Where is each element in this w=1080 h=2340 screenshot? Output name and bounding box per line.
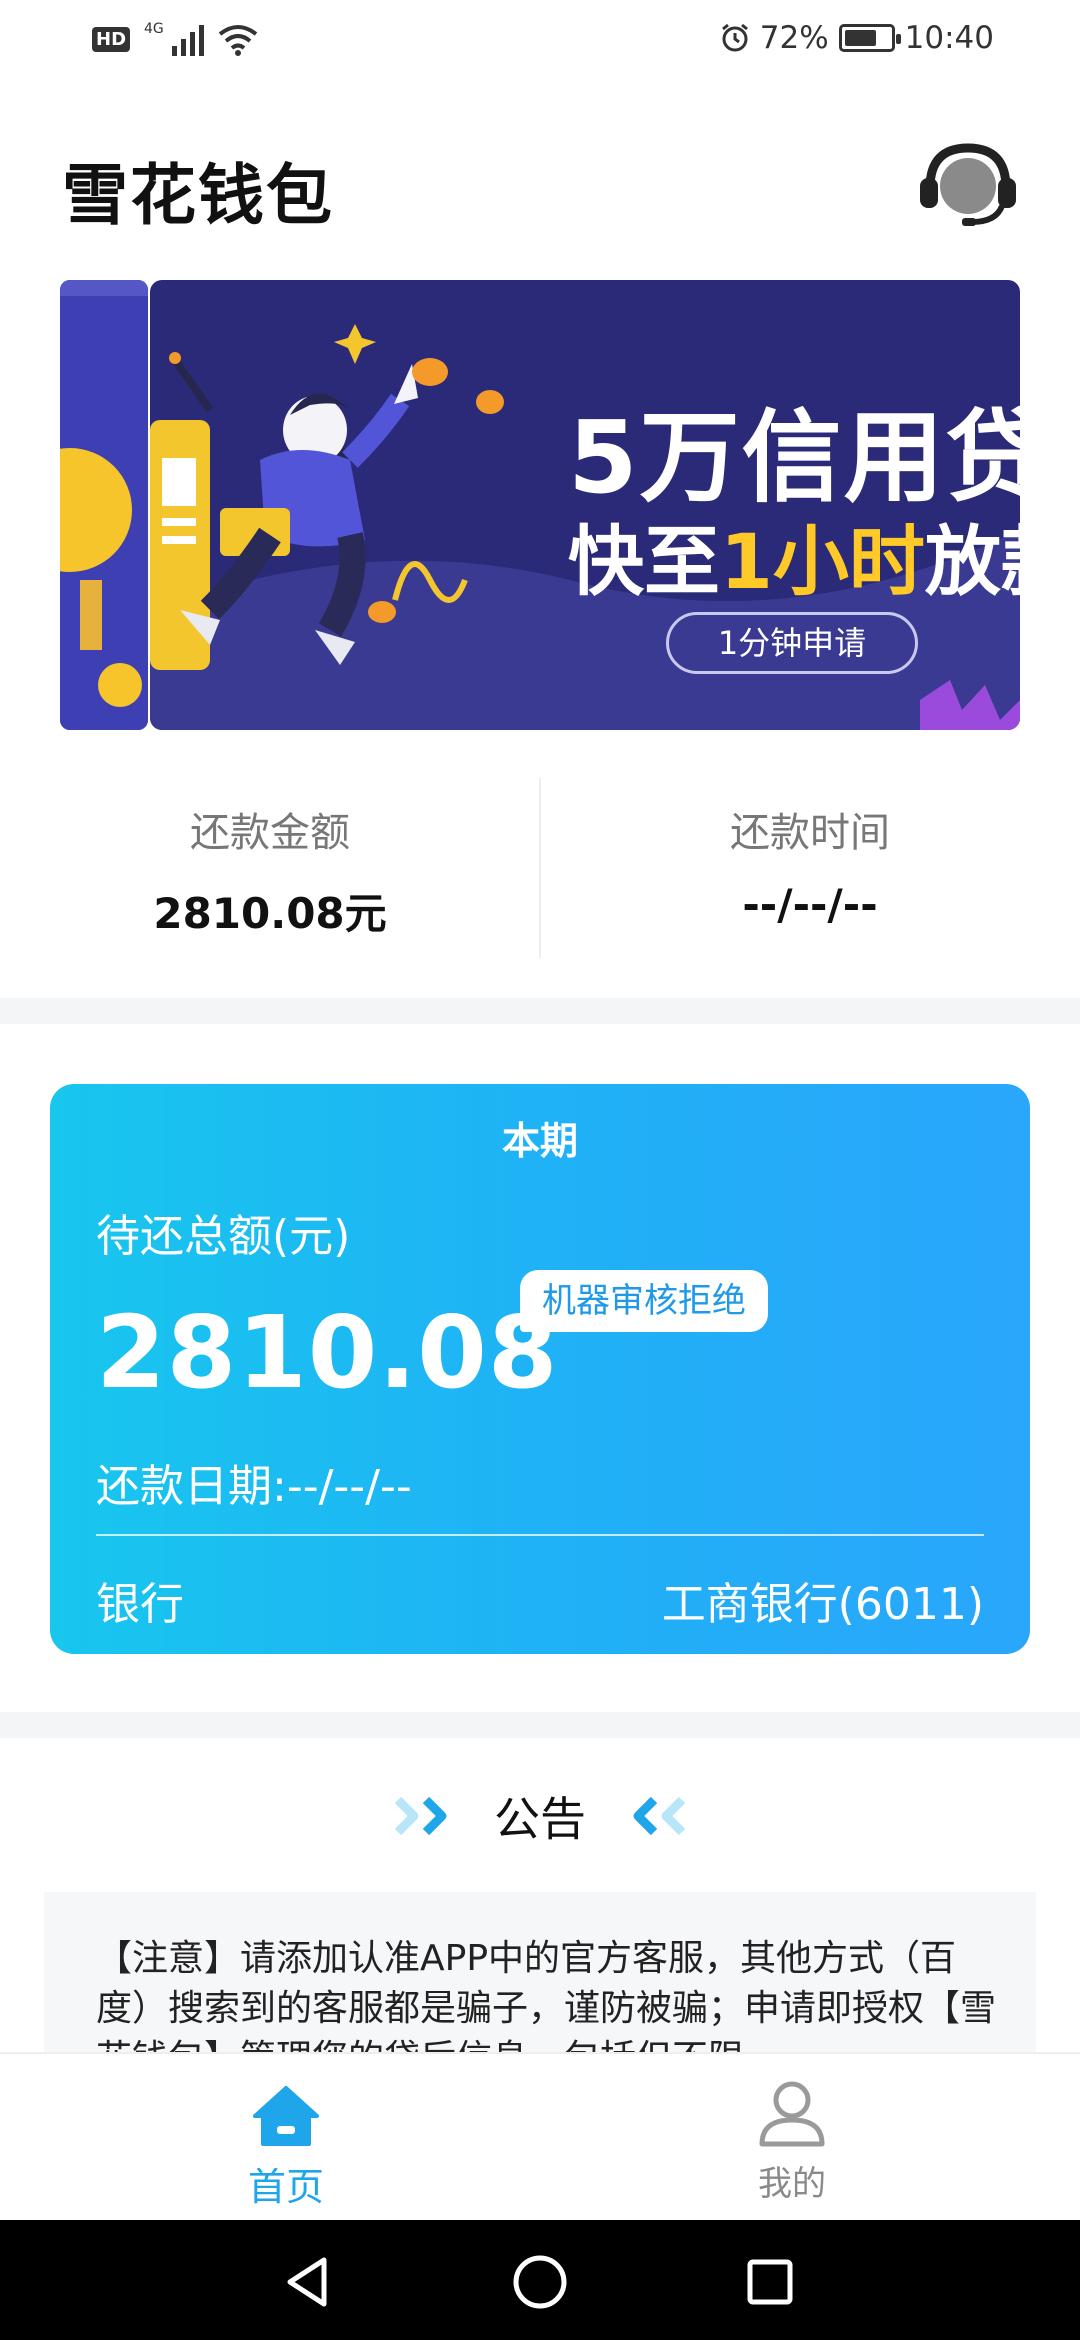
repay-time-value: --/--/-- bbox=[742, 880, 878, 929]
page-title: 雪花钱包 bbox=[62, 157, 334, 234]
tab-mine-label: 我的 bbox=[758, 2164, 826, 2204]
repay-time-block: 还款时间 --/--/-- bbox=[540, 770, 1080, 929]
repay-summary: 还款金额 2810.08元 还款时间 --/--/-- bbox=[0, 770, 1080, 958]
battery-percent: 72% bbox=[759, 20, 829, 56]
tab-home-label: 首页 bbox=[247, 2165, 324, 2209]
review-status-badge: 机器审核拒绝 bbox=[520, 1270, 768, 1332]
app-screen: HD 4G 72% 10:40 雪花钱包 5万信用贷 快至1小时放 1分钟申请 … bbox=[0, 0, 1080, 2340]
profile-icon bbox=[759, 2081, 825, 2147]
repay-date: 还款日期:--/--/-- bbox=[96, 1461, 412, 1512]
promo-banner[interactable]: 5万信用贷 快至1小时放款 1分钟申请 bbox=[150, 280, 1020, 730]
tab-mine[interactable]: 我的 bbox=[692, 2074, 892, 2205]
home-icon bbox=[253, 2086, 319, 2146]
hd-badge: HD bbox=[92, 26, 131, 52]
repay-amount-value: 2810.08元 bbox=[153, 889, 387, 938]
notice-header: 公告 bbox=[0, 1786, 1080, 1846]
home-circle-icon[interactable] bbox=[512, 2254, 568, 2310]
recents-icon[interactable] bbox=[746, 2258, 794, 2306]
bank-value: 工商银行(6011) bbox=[661, 1579, 984, 1630]
back-icon[interactable] bbox=[284, 2256, 332, 2308]
banner-subline: 快至1小时放款 bbox=[568, 500, 1020, 610]
status-left: HD 4G bbox=[92, 21, 258, 56]
banner-subline-prefix: 快至 bbox=[568, 517, 720, 606]
headset-icon[interactable] bbox=[916, 140, 1020, 230]
notice-box: 【注意】请添加认准APP中的官方客服，其他方式（百度）搜索到的客服都是骗子，谨防… bbox=[44, 1892, 1036, 2052]
bank-label: 银行 bbox=[96, 1579, 184, 1630]
status-bar: HD 4G 72% 10:40 bbox=[0, 0, 1080, 86]
banner-subline-highlight: 1小时 bbox=[720, 517, 925, 606]
notice-body: 【注意】请添加认准APP中的官方客服，其他方式（百度）搜索到的客服都是骗子，谨防… bbox=[96, 1938, 997, 2052]
apply-button[interactable]: 1分钟申请 bbox=[666, 612, 918, 674]
banner-subline-suffix: 放款 bbox=[924, 517, 1020, 606]
status-right: 72% 10:40 bbox=[720, 20, 994, 56]
tab-home[interactable]: 首页 bbox=[186, 2074, 386, 2211]
due-total-label: 待还总额(元) bbox=[96, 1211, 351, 1262]
network-type: 4G bbox=[144, 21, 164, 37]
battery-icon bbox=[838, 24, 901, 52]
section-divider bbox=[0, 998, 1080, 1024]
alarm-icon bbox=[721, 23, 748, 52]
bill-period: 本期 bbox=[501, 1119, 578, 1163]
notice-title: 公告 bbox=[494, 1792, 586, 1846]
repay-time-label: 还款时间 bbox=[730, 810, 890, 856]
chevron-right-icon bbox=[394, 1794, 454, 1838]
repay-amount-block: 还款金额 2810.08元 bbox=[0, 770, 540, 941]
tab-bar: 首页 我的 bbox=[0, 2052, 1080, 2220]
section-divider bbox=[0, 1712, 1080, 1738]
system-nav-bar bbox=[0, 2220, 1080, 2340]
due-total-amount: 2810.08 bbox=[96, 1294, 559, 1411]
clock: 10:40 bbox=[904, 20, 994, 56]
banner-previous-slide[interactable] bbox=[60, 280, 148, 730]
bill-card[interactable]: 本期 待还总额(元) 2810.08 机器审核拒绝 还款日期:--/--/-- … bbox=[50, 1084, 1030, 1654]
repay-amount-label: 还款金额 bbox=[190, 810, 350, 856]
chevron-left-icon bbox=[626, 1794, 686, 1838]
signal-icon bbox=[171, 22, 204, 56]
card-divider bbox=[96, 1534, 984, 1536]
wifi-icon bbox=[218, 25, 258, 56]
